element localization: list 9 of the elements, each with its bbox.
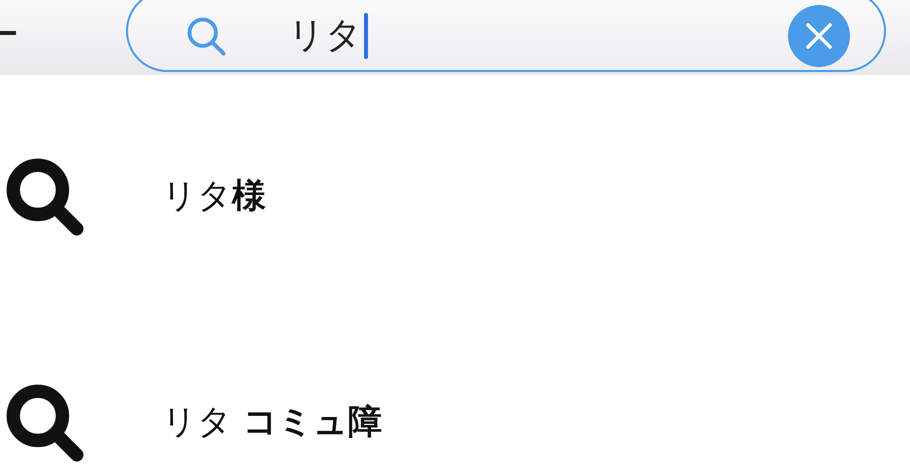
close-icon: [804, 21, 834, 51]
suggestion-item[interactable]: リタ コミュ障: [0, 384, 910, 460]
text-cursor: [364, 13, 368, 59]
suggestion-text: リタ コミュ障: [162, 400, 382, 444]
search-field[interactable]: リタ: [126, 0, 886, 72]
suggestion-text: リタ様: [162, 174, 266, 218]
suggestion-item[interactable]: リタ様: [0, 158, 910, 234]
dash-icon: [0, 30, 16, 34]
search-text: リタ: [288, 18, 362, 54]
